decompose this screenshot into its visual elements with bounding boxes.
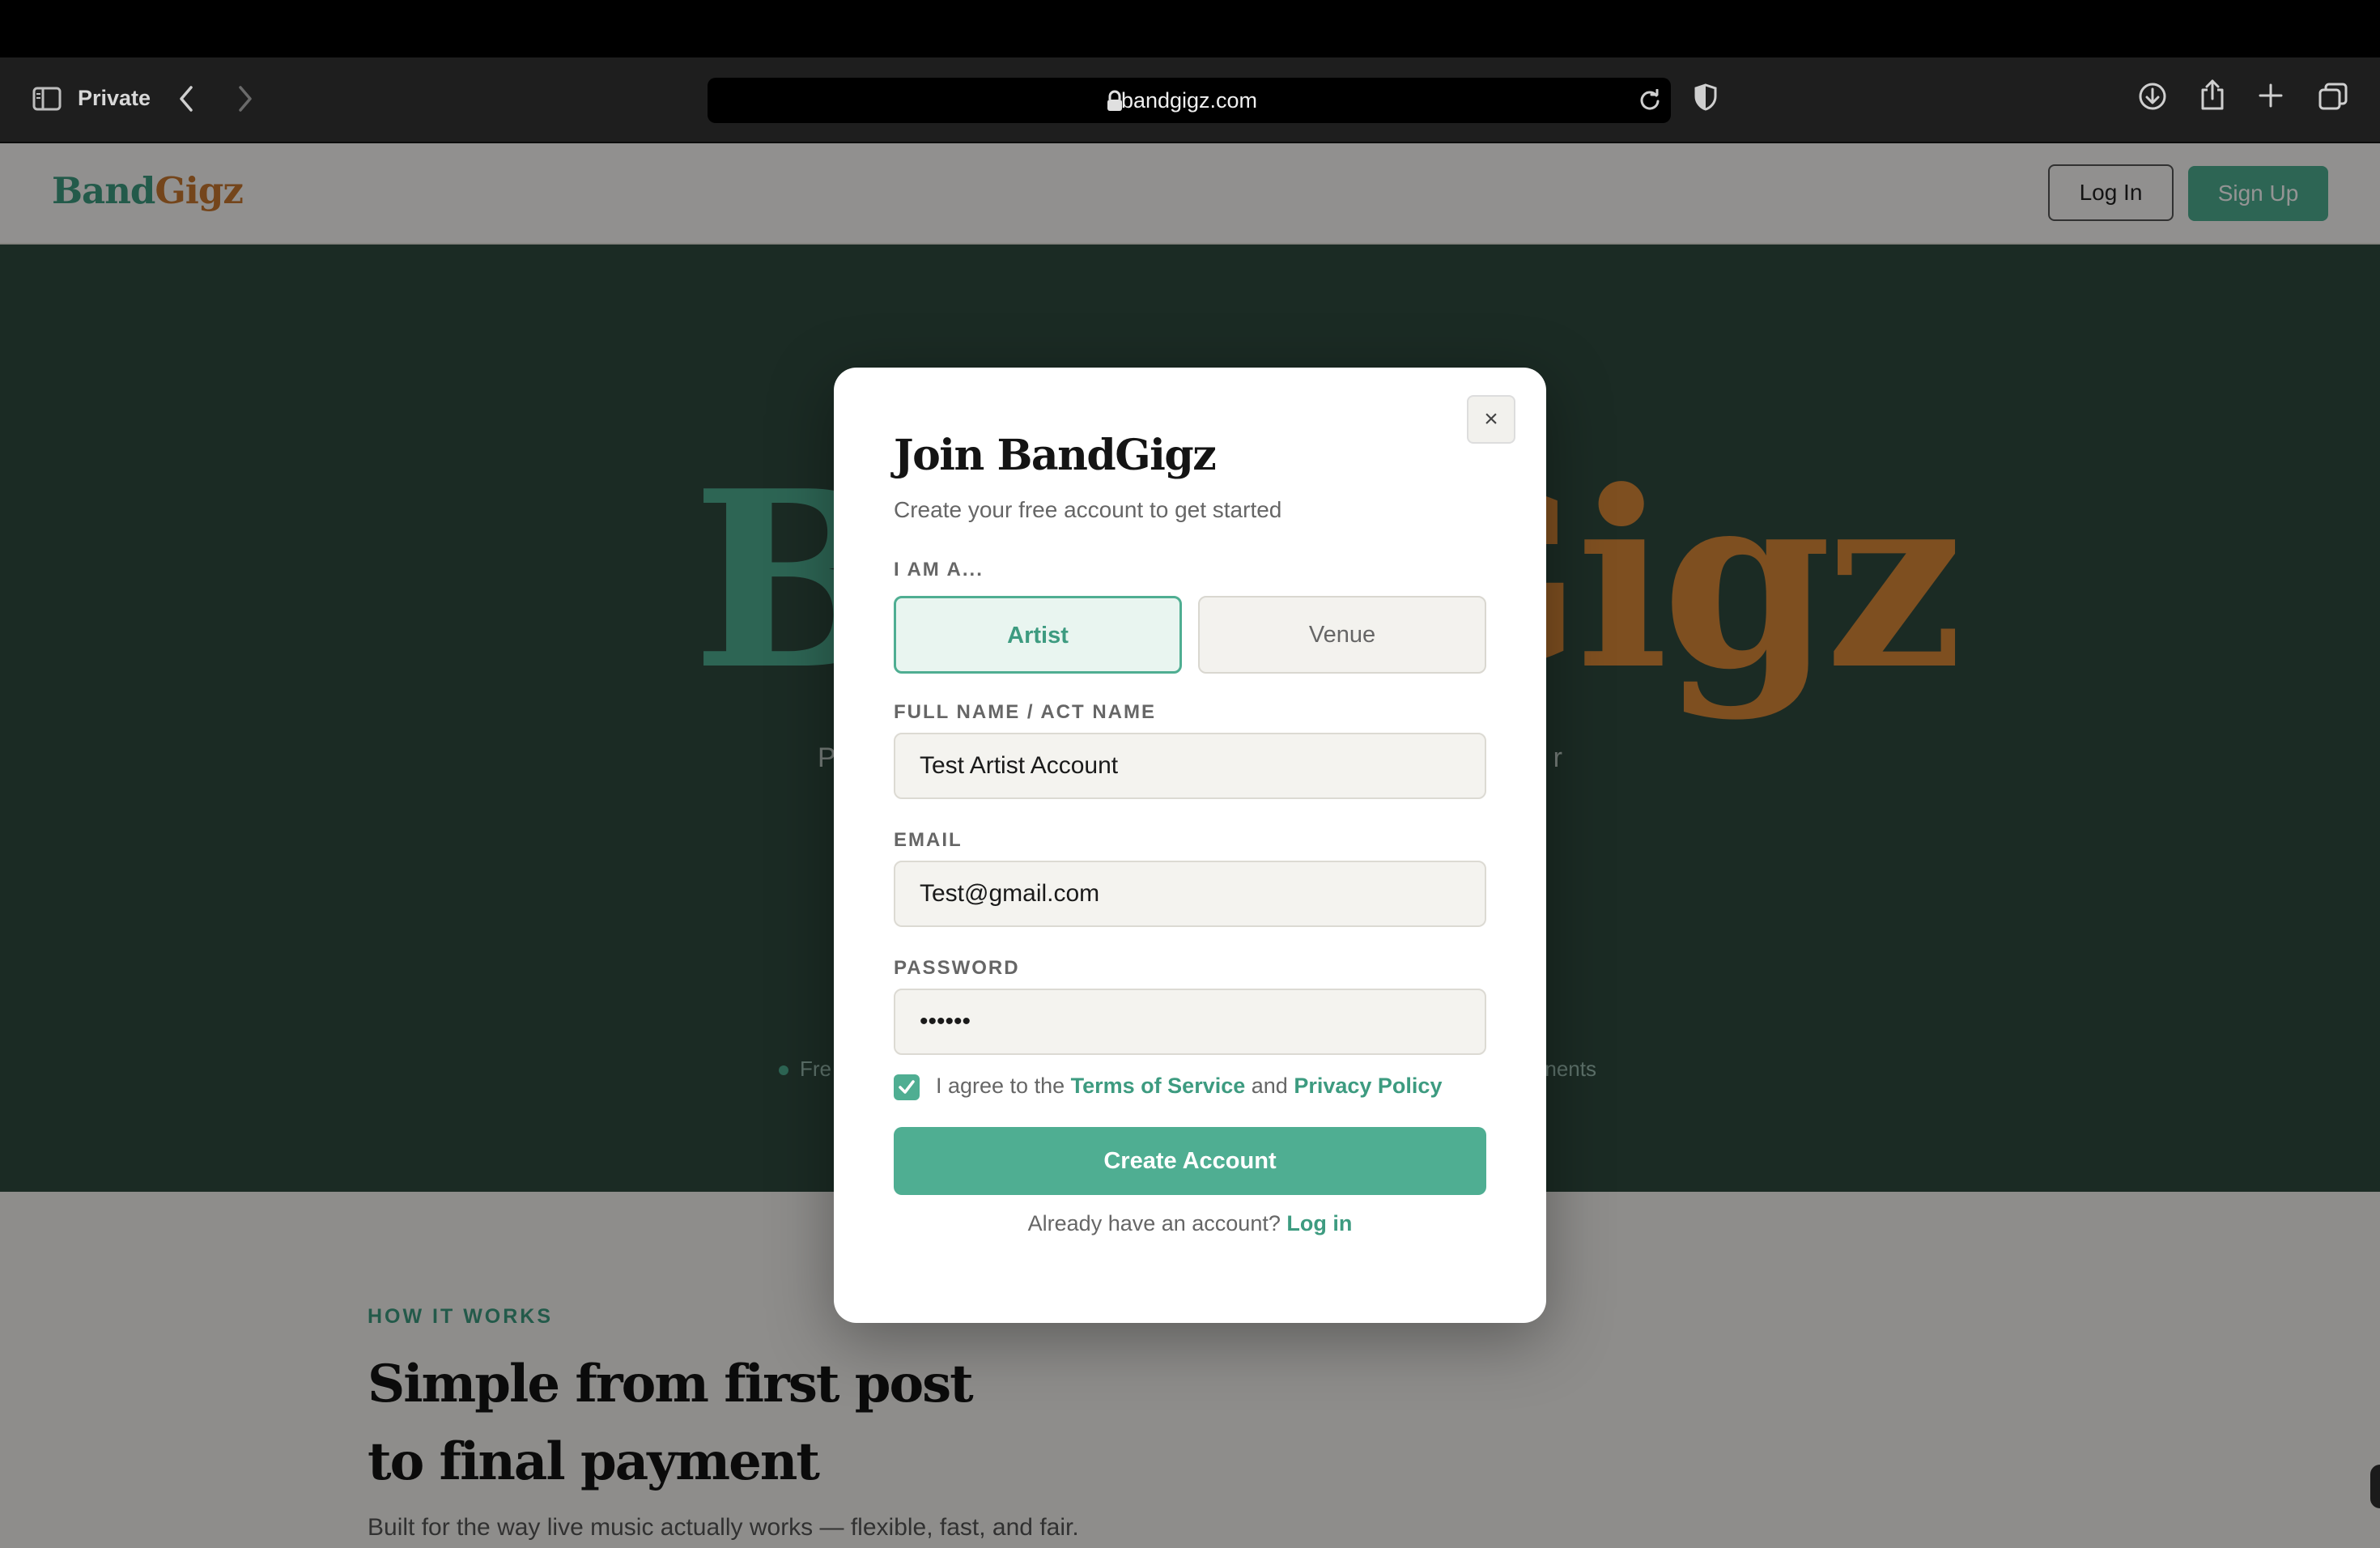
modal-subtitle: Create your free account to get started: [894, 497, 1282, 522]
email-field[interactable]: Test@gmail.com: [894, 861, 1486, 927]
signup-modal: × Join BandGigz Create your free account…: [834, 368, 1546, 1323]
web-page: BandGigz Log In Sign Up BandGigz P r Fre…: [0, 143, 2380, 1548]
role-option-venue[interactable]: Venue: [1198, 596, 1486, 674]
sidebar-toggle-icon[interactable]: [32, 87, 62, 111]
terms-link[interactable]: Terms of Service: [1071, 1074, 1246, 1098]
address-bar[interactable]: bandgigz.com: [708, 78, 1671, 123]
email-label: EMAIL: [894, 829, 963, 851]
floating-widget-handle[interactable]: [2370, 1465, 2380, 1508]
downloads-icon[interactable]: [2138, 82, 2167, 111]
private-browsing-label: Private: [78, 86, 151, 110]
privacy-link[interactable]: Privacy Policy: [1294, 1074, 1442, 1098]
checkmark-icon: [899, 1080, 915, 1094]
name-label: FULL NAME / ACT NAME: [894, 701, 1156, 723]
password-label: PASSWORD: [894, 957, 1020, 979]
close-button[interactable]: ×: [1467, 395, 1515, 444]
login-prompt: Already have an account? Log in: [834, 1211, 1546, 1236]
role-option-artist[interactable]: Artist: [894, 596, 1182, 674]
modal-title: Join BandGigz: [894, 431, 1217, 480]
share-icon[interactable]: [2199, 79, 2225, 111]
tab-overview-icon[interactable]: [2318, 83, 2348, 110]
role-label: I AM A...: [894, 559, 984, 580]
create-account-button[interactable]: Create Account: [894, 1127, 1486, 1195]
agree-checkbox[interactable]: [894, 1074, 920, 1100]
forward-arrow-icon[interactable]: [234, 84, 255, 113]
login-link[interactable]: Log in: [1286, 1211, 1352, 1235]
agree-and: and: [1251, 1074, 1288, 1098]
agree-text: I agree to the Terms of Service and Priv…: [936, 1074, 1442, 1099]
new-tab-icon[interactable]: [2259, 83, 2283, 108]
agree-prefix: I agree to the: [936, 1074, 1065, 1098]
privacy-shield-icon[interactable]: [1694, 83, 1718, 111]
url-text: bandgigz.com: [1120, 88, 1258, 113]
login-prompt-text: Already have an account?: [1027, 1211, 1281, 1235]
back-arrow-icon[interactable]: [176, 84, 198, 113]
password-field[interactable]: ••••••: [894, 989, 1486, 1055]
browser-toolbar: Private bandgigz.com: [0, 57, 2380, 143]
name-field[interactable]: Test Artist Account: [894, 733, 1486, 799]
window-top-bar: [0, 0, 2380, 57]
reload-icon[interactable]: [1638, 88, 1661, 115]
